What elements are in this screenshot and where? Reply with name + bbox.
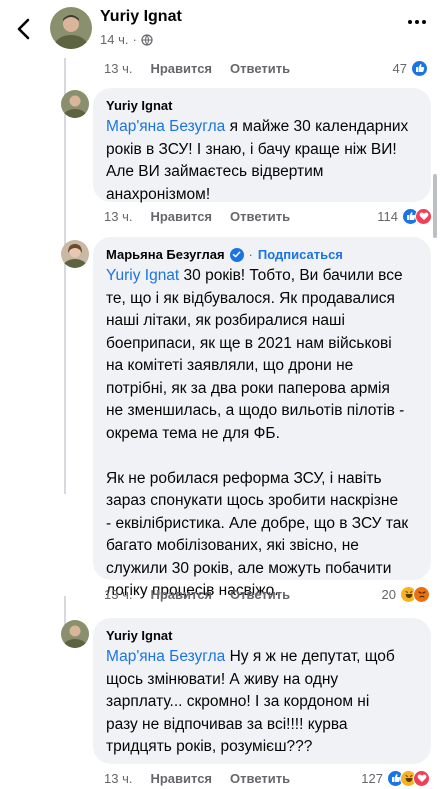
reaction-summary[interactable]: 20 bbox=[382, 583, 430, 605]
back-arrow-icon[interactable] bbox=[12, 16, 38, 42]
reply-button[interactable]: Ответить bbox=[230, 61, 290, 76]
mention-link[interactable]: Мар'яна Безугла bbox=[106, 648, 225, 665]
commenter-avatar[interactable] bbox=[61, 90, 89, 118]
comment-text: Мар'яна Безугла я майже 30 календарних р… bbox=[106, 118, 409, 203]
comment-actions: 13 ч. Нравится Ответить bbox=[104, 57, 308, 79]
reply-button[interactable]: Ответить bbox=[230, 587, 290, 602]
post-header: Yuriy Ignat 14 ч. · bbox=[0, 0, 440, 58]
reaction-summary[interactable]: 114 bbox=[377, 205, 432, 227]
comment-author: Марьяна Безуглая · Подписаться bbox=[106, 247, 418, 262]
post-time[interactable]: 14 ч. bbox=[100, 32, 128, 47]
comment-time[interactable]: 13 ч. bbox=[104, 587, 132, 602]
comment-bubble: Yuriy Ignat Мар'яна Безугла я майже 30 к… bbox=[93, 88, 431, 203]
reply-button[interactable]: Ответить bbox=[230, 771, 290, 786]
post-author-name[interactable]: Yuriy Ignat bbox=[100, 8, 182, 26]
comment-author[interactable]: Yuriy Ignat bbox=[106, 628, 418, 643]
reaction-count: 114 bbox=[377, 208, 398, 224]
like-button[interactable]: Нравится bbox=[150, 209, 212, 224]
comment-time[interactable]: 13 ч. bbox=[104, 771, 132, 786]
commenter-avatar[interactable] bbox=[61, 240, 89, 268]
thread-line bbox=[64, 84, 66, 494]
reply-button[interactable]: Ответить bbox=[230, 209, 290, 224]
comment-actions: 13 ч. Нравится Ответить bbox=[104, 205, 308, 227]
comment-actions: 13 ч. Нравится Ответить bbox=[104, 583, 308, 605]
author-name[interactable]: Марьяна Безуглая bbox=[106, 247, 225, 262]
mention-link[interactable]: Yuriy Ignat bbox=[106, 267, 179, 284]
reaction-summary[interactable]: 127 bbox=[361, 767, 430, 789]
commenter-avatar[interactable] bbox=[61, 620, 89, 648]
comment-text: Yuriy Ignat 30 років! Тобто, Ви бачили в… bbox=[106, 267, 409, 599]
comment-bubble: Yuriy Ignat Мар'яна Безугла Ну я ж не де… bbox=[93, 618, 431, 764]
like-reaction-icon bbox=[411, 59, 428, 77]
comment-time[interactable]: 13 ч. bbox=[104, 61, 132, 76]
globe-icon bbox=[141, 33, 153, 46]
like-button[interactable]: Нравится bbox=[150, 587, 212, 602]
author-separator: · bbox=[248, 247, 253, 262]
love-reaction-icon bbox=[413, 769, 430, 787]
thread-line bbox=[64, 58, 66, 84]
love-reaction-icon bbox=[415, 207, 432, 225]
like-button[interactable]: Нравится bbox=[150, 771, 212, 786]
reaction-count: 127 bbox=[361, 770, 383, 786]
post-meta: 14 ч. · bbox=[100, 32, 153, 47]
comment-bubble: Марьяна Безуглая · Подписаться Yuriy Ign… bbox=[93, 237, 431, 599]
comment-actions: 13 ч. Нравится Ответить bbox=[104, 767, 308, 789]
mention-link[interactable]: Мар'яна Безугла bbox=[106, 118, 225, 135]
reaction-count: 47 bbox=[392, 60, 407, 76]
comment-time[interactable]: 13 ч. bbox=[104, 209, 132, 224]
meta-separator: · bbox=[132, 32, 137, 47]
comment-author[interactable]: Yuriy Ignat bbox=[106, 98, 418, 113]
angry-reaction-icon bbox=[413, 585, 430, 603]
author-avatar[interactable] bbox=[50, 7, 92, 49]
comment-text: Мар'яна Безугла Ну я ж не депутат, щоб щ… bbox=[106, 648, 395, 755]
follow-button[interactable]: Подписаться bbox=[258, 247, 343, 262]
reaction-count: 20 bbox=[381, 586, 396, 602]
scrollbar[interactable] bbox=[433, 174, 437, 238]
like-button[interactable]: Нравится bbox=[150, 61, 212, 76]
verified-badge-icon bbox=[229, 247, 244, 262]
reaction-summary[interactable]: 47 bbox=[393, 57, 428, 79]
thread-line bbox=[64, 596, 66, 626]
more-options-icon[interactable] bbox=[408, 20, 426, 24]
